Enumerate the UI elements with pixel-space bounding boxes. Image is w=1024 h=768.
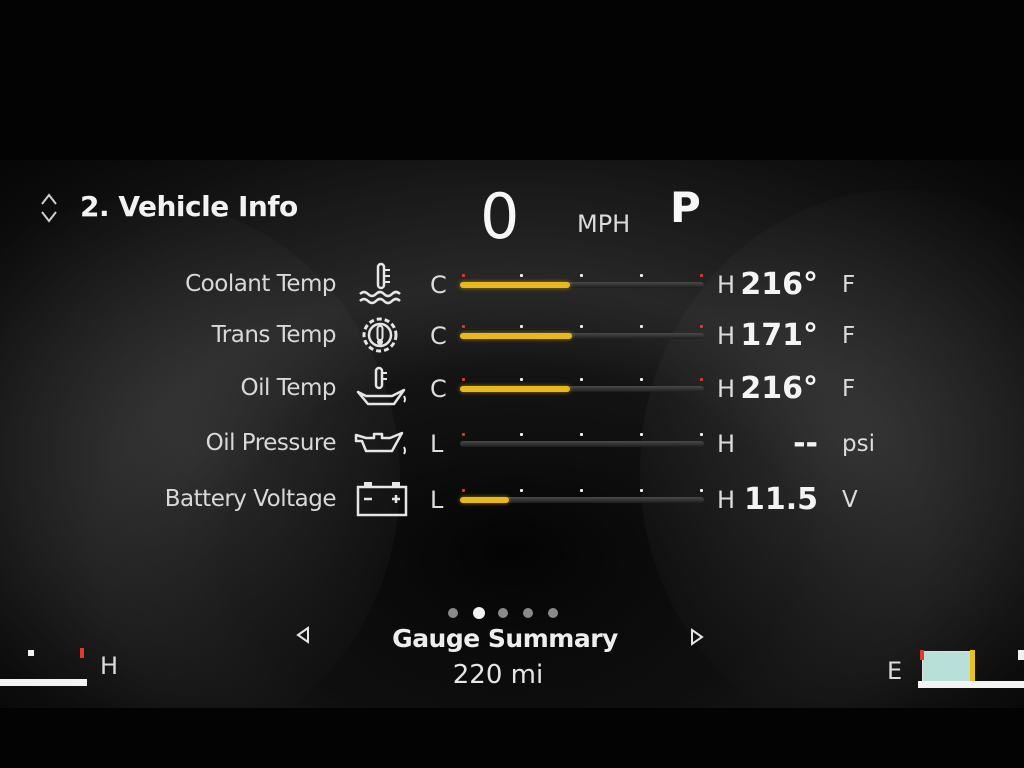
- gauge-low-label: L: [430, 486, 444, 514]
- gauge-unit: F: [842, 272, 856, 298]
- fuel-gauge-red-marker: [920, 650, 924, 660]
- gauge-value: --: [793, 426, 818, 461]
- gauge-value: 171°: [740, 318, 818, 353]
- gauge-tick: [700, 433, 703, 436]
- oil-temp-icon: [356, 366, 406, 406]
- gauge-high-label: H: [717, 486, 736, 514]
- gauge-tick: [580, 325, 583, 328]
- fuel-gauge-bar: [918, 681, 1024, 688]
- gauge-high-label: H: [717, 430, 736, 458]
- gauge-tick: [700, 489, 703, 492]
- gauge-value: 11.5: [743, 482, 818, 517]
- gauge-high-label: H: [717, 322, 736, 350]
- gauge-row-coolant: Coolant Temp C H 216° F: [0, 262, 1024, 310]
- gauge-high-label: H: [717, 271, 736, 299]
- gauge-row-oil-temp: Oil Temp C H 216° F: [0, 366, 1024, 414]
- gauge-bar: [460, 325, 704, 339]
- gauge-tick: [580, 378, 583, 381]
- gauge-low-label: C: [430, 375, 447, 403]
- gauge-tick: [640, 378, 643, 381]
- up-down-arrows-icon[interactable]: [38, 190, 60, 226]
- gauge-tick: [640, 489, 643, 492]
- gauge-label: Oil Pressure: [205, 430, 337, 456]
- temp-gauge-marker: [28, 650, 34, 656]
- temp-gauge-label: H: [100, 652, 119, 680]
- gauge-tick: [580, 274, 583, 277]
- gauge-bar: [460, 489, 704, 503]
- trans-temp-icon: [362, 317, 398, 353]
- gauge-tick: [640, 433, 643, 436]
- gauge-row-battery: Battery Voltage L H 11.5 V: [0, 477, 1024, 525]
- gauge-tick: [462, 489, 465, 492]
- page-dot: [523, 608, 533, 618]
- gauge-tick: [700, 378, 703, 381]
- gauge-tick: [462, 378, 465, 381]
- gauge-high-label: H: [717, 375, 736, 403]
- gauge-bar-fill: [460, 282, 570, 288]
- gauge-low-label: C: [430, 322, 447, 350]
- fuel-gauge-fill: [922, 651, 974, 683]
- footer-title: Gauge Summary: [392, 624, 618, 653]
- gauge-tick: [520, 274, 523, 277]
- gear-indicator: P: [670, 183, 701, 232]
- gauge-low-label: L: [430, 430, 444, 458]
- gauge-tick: [462, 433, 465, 436]
- gauge-label: Coolant Temp: [185, 271, 336, 297]
- fuel-gauge-yellow-marker: [970, 650, 975, 683]
- fuel-gauge-marker: [1018, 650, 1024, 660]
- gauge-bar: [460, 274, 704, 288]
- gauge-tick: [462, 325, 465, 328]
- speed-unit: MPH: [577, 210, 631, 238]
- gauge-tick: [520, 378, 523, 381]
- page-dot: [448, 608, 458, 618]
- gauge-row-trans: Trans Temp C H 171° F: [0, 313, 1024, 361]
- coolant-temp-icon: [359, 262, 401, 305]
- gauge-row-oil-pressure: Oil Pressure L H -- psi: [0, 421, 1024, 469]
- gauge-tick: [700, 325, 703, 328]
- gauge-tick: [520, 489, 523, 492]
- gauge-tick: [462, 274, 465, 277]
- range-readout: 220 mi: [452, 660, 544, 690]
- page-title: 2. Vehicle Info: [80, 190, 298, 223]
- gauge-bar: [460, 378, 704, 392]
- battery-icon: [356, 482, 408, 517]
- gauge-tick: [520, 325, 523, 328]
- page-dot: [498, 608, 508, 618]
- speed-readout: 0: [480, 180, 520, 253]
- gauge-low-label: C: [430, 271, 447, 299]
- gauge-tick: [640, 274, 643, 277]
- gauge-unit: psi: [842, 431, 875, 457]
- temp-gauge-bar: [0, 679, 87, 686]
- gauge-tick: [580, 489, 583, 492]
- temp-gauge-red-marker: [80, 648, 84, 658]
- gauge-bar-fill: [460, 386, 570, 392]
- gauge-tick: [520, 433, 523, 436]
- gauge-bar-fill: [460, 333, 573, 339]
- gauge-tick: [640, 325, 643, 328]
- gauge-tick: [700, 274, 703, 277]
- gauge-bar: [460, 433, 704, 447]
- gauge-unit: V: [842, 487, 858, 513]
- gauge-bar-fill: [460, 497, 509, 503]
- gauge-tick: [580, 433, 583, 436]
- page-dot-active: [473, 607, 485, 619]
- gauge-label: Battery Voltage: [164, 486, 337, 512]
- page-indicator: [448, 606, 568, 620]
- gauge-value: 216°: [740, 267, 818, 302]
- oil-pressure-icon: [354, 431, 406, 455]
- gauge-label: Trans Temp: [211, 322, 337, 348]
- gauge-label: Oil Temp: [240, 375, 337, 401]
- fuel-gauge-label: E: [887, 657, 903, 685]
- gauge-value: 216°: [740, 371, 818, 406]
- gauge-unit: F: [842, 323, 856, 349]
- gauge-unit: F: [842, 376, 856, 402]
- page-dot: [548, 608, 558, 618]
